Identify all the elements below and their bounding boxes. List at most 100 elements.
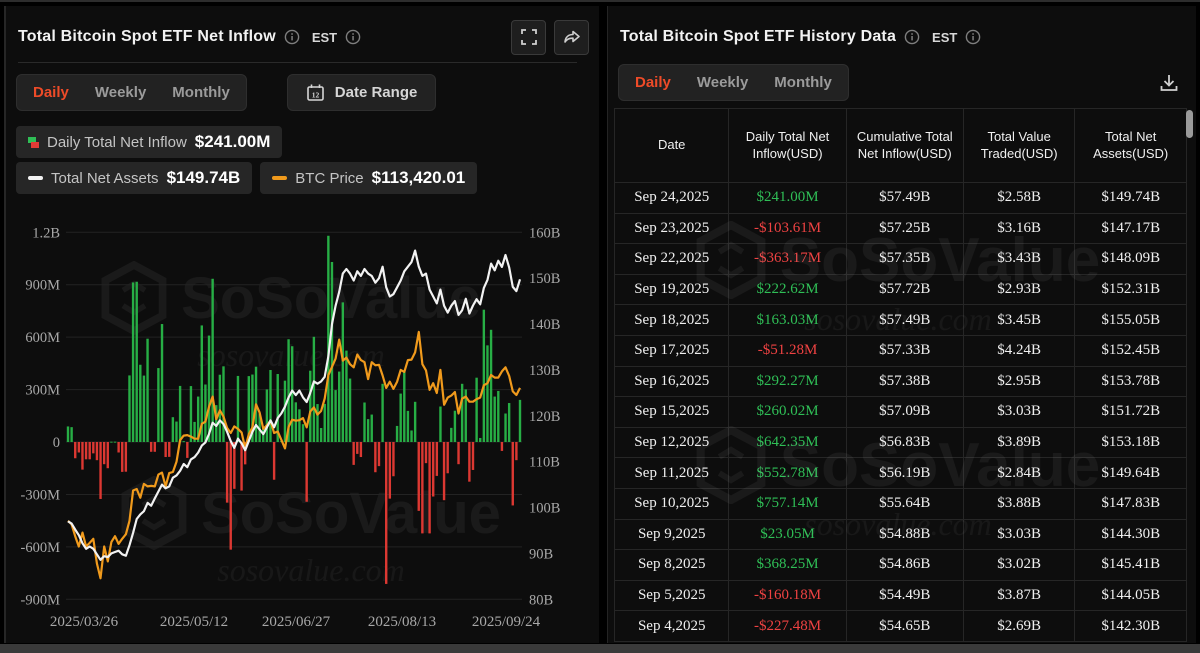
cell-cumulative: $57.49B: [846, 183, 963, 214]
cell-assets: $149.64B: [1075, 458, 1187, 489]
cell-date: Sep 10,2025: [615, 488, 729, 519]
svg-text:-300M: -300M: [21, 487, 61, 503]
cell-inflow: -$363.17M: [729, 244, 846, 275]
table-row[interactable]: Sep 22,2025-$363.17M$57.35B$3.43B$148.09…: [615, 244, 1187, 275]
cell-traded: $3.02B: [963, 550, 1075, 581]
table-row[interactable]: Sep 5,2025-$160.18M$54.49B$3.87B$144.05B: [615, 580, 1187, 611]
tab-monthly[interactable]: Monthly: [774, 74, 832, 91]
cell-cumulative: $57.49B: [846, 305, 963, 336]
cell-inflow: $23.05M: [729, 519, 846, 550]
table-row[interactable]: Sep 15,2025$260.02M$57.09B$3.03B$151.72B: [615, 397, 1187, 428]
table-row[interactable]: Sep 16,2025$292.27M$57.38B$2.95B$153.78B: [615, 366, 1187, 397]
table-row[interactable]: Sep 11,2025$552.78M$56.19B$2.84B$149.64B: [615, 458, 1187, 489]
svg-text:160B: 160B: [529, 225, 560, 241]
fullscreen-icon: [520, 28, 538, 46]
cell-assets: $145.41B: [1075, 550, 1187, 581]
history-table: DateDaily Total Net Inflow(USD)Cumulativ…: [614, 108, 1187, 642]
table-row[interactable]: Sep 18,2025$163.03M$57.49B$3.45B$155.05B: [615, 305, 1187, 336]
cell-traded: $2.84B: [963, 458, 1075, 489]
left-panel-header: Total Bitcoin Spot ETF Net Inflow EST: [18, 18, 589, 56]
download-icon: [1158, 72, 1180, 94]
cell-cumulative: $57.38B: [846, 366, 963, 397]
legend-btc-price[interactable]: BTC Price $113,420.01: [260, 162, 477, 194]
cell-traded: $3.88B: [963, 488, 1075, 519]
tab-weekly[interactable]: Weekly: [95, 84, 146, 101]
cell-cumulative: $57.35B: [846, 244, 963, 275]
gridlines: 1.2B900M600M300M0-300M-600M-900M160B150B…: [21, 225, 561, 608]
table-row[interactable]: Sep 9,2025$23.05M$54.88B$3.03B$144.30B: [615, 519, 1187, 550]
right-panel-header: Total Bitcoin Spot ETF History Data EST: [620, 18, 1186, 56]
tab-weekly[interactable]: Weekly: [697, 74, 748, 91]
etf-net-inflow-chart[interactable]: 1.2B900M600M300M0-300M-600M-900M160B150B…: [6, 202, 598, 643]
period-tabs: Daily Weekly Monthly: [16, 74, 247, 111]
table-header-row: DateDaily Total Net Inflow(USD)Cumulativ…: [615, 109, 1187, 183]
table-row[interactable]: Sep 24,2025$241.00M$57.49B$2.58B$149.74B: [615, 183, 1187, 214]
cell-traded: $2.93B: [963, 274, 1075, 305]
cell-assets: $142.30B: [1075, 611, 1187, 642]
table-scrollbar-thumb[interactable]: [1186, 110, 1193, 138]
table-row[interactable]: Sep 12,2025$642.35M$56.83B$3.89B$153.18B: [615, 427, 1187, 458]
download-button[interactable]: [1156, 70, 1182, 96]
svg-text:0: 0: [53, 435, 60, 451]
tab-daily[interactable]: Daily: [33, 84, 69, 101]
cell-traded: $2.95B: [963, 366, 1075, 397]
svg-text:2025/05/12: 2025/05/12: [160, 614, 228, 630]
cell-cumulative: $55.64B: [846, 488, 963, 519]
cell-assets: $153.78B: [1075, 366, 1187, 397]
cell-date: Sep 4,2025: [615, 611, 729, 642]
legend-daily-net-inflow[interactable]: Daily Total Net Inflow $241.00M: [16, 126, 282, 158]
fullscreen-button[interactable]: [511, 20, 546, 55]
cell-cumulative: $57.09B: [846, 397, 963, 428]
table-row[interactable]: Sep 23,2025-$103.61M$57.25B$3.16B$147.17…: [615, 213, 1187, 244]
cell-inflow: $222.62M: [729, 274, 846, 305]
svg-text:600M: 600M: [25, 330, 60, 346]
column-header: Cumulative Total Net Inflow(USD): [846, 109, 963, 183]
svg-text:90B: 90B: [529, 546, 553, 562]
cell-assets: $153.18B: [1075, 427, 1187, 458]
cell-date: Sep 23,2025: [615, 213, 729, 244]
cell-date: Sep 22,2025: [615, 244, 729, 275]
date-range-button[interactable]: 12 Date Range: [287, 74, 437, 111]
info-icon[interactable]: [904, 29, 920, 45]
cell-cumulative: $57.25B: [846, 213, 963, 244]
column-header: Date: [615, 109, 729, 183]
cell-inflow: -$103.61M: [729, 213, 846, 244]
cell-traded: $3.43B: [963, 244, 1075, 275]
cell-cumulative: $56.19B: [846, 458, 963, 489]
cell-traded: $2.58B: [963, 183, 1075, 214]
svg-text:1.2B: 1.2B: [32, 225, 60, 241]
cell-assets: $155.05B: [1075, 305, 1187, 336]
tab-daily[interactable]: Daily: [635, 74, 671, 91]
cell-inflow: $368.25M: [729, 550, 846, 581]
cell-assets: $152.45B: [1075, 335, 1187, 366]
svg-text:140B: 140B: [529, 317, 560, 333]
horizontal-scrollbar[interactable]: [0, 644, 1200, 653]
info-icon[interactable]: [965, 29, 981, 45]
cell-traded: $3.03B: [963, 519, 1075, 550]
cell-traded: $3.16B: [963, 213, 1075, 244]
cell-cumulative: $54.86B: [846, 550, 963, 581]
table-row[interactable]: Sep 8,2025$368.25M$54.86B$3.02B$145.41B: [615, 550, 1187, 581]
table-row[interactable]: Sep 10,2025$757.14M$55.64B$3.88B$147.83B: [615, 488, 1187, 519]
info-icon[interactable]: [284, 29, 300, 45]
table-row[interactable]: Sep 17,2025-$51.28M$57.33B$4.24B$152.45B: [615, 335, 1187, 366]
table-row[interactable]: Sep 4,2025-$227.48M$54.65B$2.69B$142.30B: [615, 611, 1187, 642]
cell-cumulative: $57.33B: [846, 335, 963, 366]
table-controls: Daily Weekly Monthly: [618, 64, 1186, 101]
cell-date: Sep 19,2025: [615, 274, 729, 305]
cell-date: Sep 24,2025: [615, 183, 729, 214]
svg-text:-600M: -600M: [21, 540, 61, 556]
info-icon[interactable]: [345, 29, 361, 45]
tab-monthly[interactable]: Monthly: [172, 84, 230, 101]
legend-total-net-assets[interactable]: Total Net Assets $149.74B: [16, 162, 252, 194]
cell-inflow: $642.35M: [729, 427, 846, 458]
share-button[interactable]: [554, 20, 589, 55]
svg-text:900M: 900M: [25, 278, 60, 294]
cell-cumulative: $54.88B: [846, 519, 963, 550]
table-row[interactable]: Sep 19,2025$222.62M$57.72B$2.93B$152.31B: [615, 274, 1187, 305]
orange-line-icon: [272, 176, 287, 180]
cell-inflow: $260.02M: [729, 397, 846, 428]
period-tabs: Daily Weekly Monthly: [618, 64, 849, 101]
cell-date: Sep 18,2025: [615, 305, 729, 336]
cell-traded: $3.45B: [963, 305, 1075, 336]
